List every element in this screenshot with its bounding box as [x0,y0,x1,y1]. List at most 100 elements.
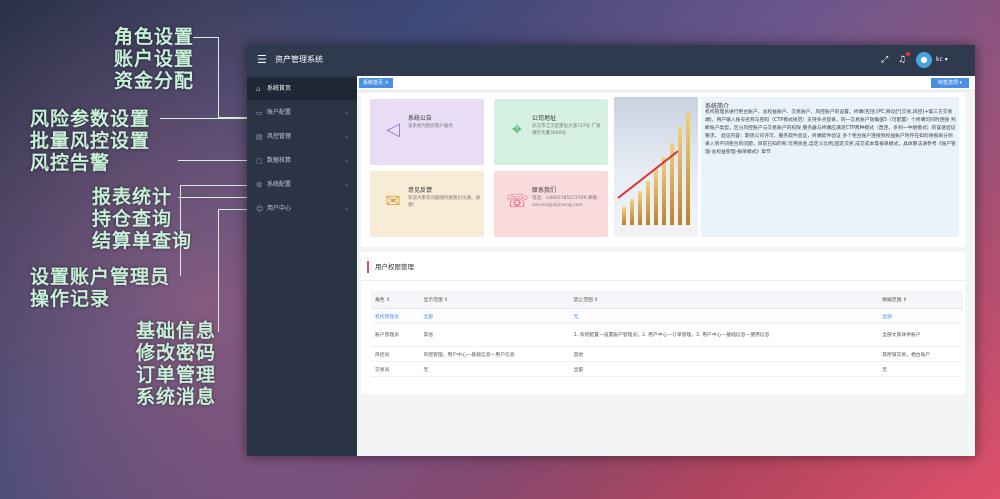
callout-risk-control: 风险参数设置 批量风控设置 风控告警 [30,108,150,174]
callout-text: 操作记录 [30,288,111,310]
card-icon: ▭ [256,109,263,117]
chevron-down-icon: ⌄ [343,109,349,116]
table-cell: 风控管理，用户中心—基础信息—用户信息 [419,346,570,362]
callout-text: 设置账户管理员 [30,266,171,288]
user-name[interactable]: kc ▾ [936,56,948,63]
callout-text: 批量风控设置 [30,130,151,152]
app-title: 资产管理系统 [275,55,323,64]
notification-badge [906,52,910,56]
chat-bubble-icon: ✉ [385,191,401,212]
user-icon: ☺ [256,205,264,213]
callout-user-center: 基础信息 修改密码 订单管理 系统消息 [136,320,216,408]
table-cell: 全部文家体供账户 [878,323,963,347]
table-cell: 机构管理员 [371,308,420,324]
table-cell: 1. 系统配置—设置账户管理员，2. 用户中心—订单管理，3. 用户中心—基础信… [569,323,879,347]
chart-bar [646,181,650,225]
callout-system-config: 设置账户管理员 操作记录 [30,266,170,310]
tab-bar: 系统首页 × 标签选项 ▾ [357,76,975,91]
callout-text: 订单管理 [136,364,217,386]
card-text: 欢迎大家有问题随时跟我们沟通，谢谢！ [408,196,480,208]
speaker-icon: ◁ [386,119,400,140]
sidebar-item-data-accounting[interactable]: ▢ 数据核算 ⌄ [247,150,357,172]
contact-card[interactable]: ☏ 联系我们 电话：+8602785573769 邮箱：service@siji… [494,171,608,237]
tab-home[interactable]: 系统首页 × [359,78,393,88]
table-cell: 其他 [569,346,879,362]
column-header[interactable]: 显示范围 ⇕ [419,290,570,309]
sidebar-item-risk-control[interactable]: ▤ 风控管理 ⌄ [247,126,357,148]
chart-bar [686,113,690,225]
headset-icon: ☏ [506,191,529,212]
sidebar-item-user-center[interactable]: ☺ 用户中心 ⌄ [247,198,357,220]
table-cell: 全部 [419,308,570,324]
card-title: 意见反馈 [408,187,433,194]
callout-text: 基础信息 [136,320,217,342]
callout-data-accounting: 报表统计 持仓查询 结算单查询 [92,186,192,252]
sidebar-item-label: 系统首页 [267,85,292,92]
card-text: 该系统为期货客户服务 [408,124,453,129]
table-cell: 交易员 [371,361,420,377]
permissions-title: 用户权限管理 [367,261,414,273]
sidebar-item-system-config[interactable]: ⚙ 系统配置 ⌄ [247,174,357,196]
chart-bar [638,191,642,225]
tab-options-button[interactable]: 标签选项 ▾ [931,78,969,88]
sidebar-item-label: 账户配置 [267,109,292,116]
leader-line [160,118,248,119]
card-text: 电话：+8602785573769 邮箱：service@sijinrong.c… [532,196,602,208]
column-header[interactable]: 数据范围 ⇕ [878,290,963,309]
chevron-down-icon: ⌄ [343,181,349,188]
card-title: 公司地址 [532,115,557,122]
gear-icon: ⚙ [256,181,263,189]
callout-text: 修改密码 [136,342,217,364]
home-icon: ⌂ [256,85,261,93]
card-text: 武汉市江汉区建设大道737号 广发银行大厦3008号 [532,124,601,136]
card-title: 联系我们 [532,187,557,194]
sidebar-item-label: 数据核算 [267,157,292,164]
table-row[interactable]: 机构管理员 全部 无 全部 [371,308,963,324]
chart-bar [678,127,682,225]
chart-bar [662,157,666,225]
expand-icon[interactable]: ⤢ [881,54,888,66]
callout-account-config: 角色设置 账户设置 资金分配 [114,26,194,92]
avatar[interactable]: ● [916,52,932,68]
top-bar: ☰ 资产管理系统 ⤢ ♫ ● kc ▾ [247,45,975,76]
chart-bar [630,199,634,225]
address-card[interactable]: ⌖ 公司地址 武汉市江汉区建设大道737号 广发银行大厦3008号 [494,99,608,165]
callout-text: 风控告警 [30,152,111,174]
main-content: 系统首页 × 标签选项 ▾ ◁ 系统公告 该系统为期货客户服务 ⌖ 公司地址 武… [357,76,975,456]
sidebar-item-label: 用户中心 [267,205,292,212]
callout-text: 报表统计 [92,186,173,208]
column-header[interactable]: 角色 ⇕ [371,290,420,309]
sidebar-item-account-config[interactable]: ▭ 账户配置 ⌄ [247,102,357,124]
card-title: 系统公告 [408,115,433,122]
app-window: ☰ 资产管理系统 ⤢ ♫ ● kc ▾ ⌂ 系统首页 ▭ 账户配置 ⌄ ▤ 风控… [247,45,975,456]
bell-icon[interactable]: ♫ [898,54,906,66]
table-row[interactable]: 账户管理员 其他 1. 系统配置—设置账户管理员，2. 用户中心—订单管理，3.… [371,323,963,347]
leader-line [193,37,219,118]
leader-line [218,209,249,332]
callout-text: 系统消息 [136,386,217,408]
feedback-card[interactable]: ✉ 意见反馈 欢迎大家有问题随时跟我们沟通，谢谢！ [370,171,484,237]
sidebar: ⌂ 系统首页 ▭ 账户配置 ⌄ ▤ 风控管理 ⌄ ▢ 数据核算 ⌄ ⚙ 系统配置… [247,76,357,456]
column-header[interactable]: 禁止范围 ⇕ [569,290,879,309]
callout-text: 资金分配 [114,70,195,92]
table-cell: 全部 [569,361,879,377]
table-row[interactable]: 风控员 风控管理，用户中心—基础信息—用户信息 其他 其所辖交易，相台账户 [371,346,963,362]
callout-text: 风险参数设置 [30,108,151,130]
hamburger-icon[interactable]: ☰ [257,54,267,66]
callout-text: 角色设置 [114,26,195,48]
table-cell: 账户管理员 [371,323,420,347]
table-cell: 无 [419,361,570,377]
chart-bar [654,169,658,225]
divider [361,280,965,281]
sidebar-item-home[interactable]: ⌂ 系统首页 [247,78,357,100]
table-row[interactable]: 交易员 无 全部 无 [371,361,963,377]
callout-text: 持仓查询 [92,208,173,230]
system-intro: 系统简介 机构管理员进行柜台账户、总权益账户、交易账户、风控账户的设置。终端(包… [701,97,959,237]
document-icon: ▤ [256,133,263,141]
chevron-down-icon: ⌄ [343,157,349,164]
announcement-card[interactable]: ◁ 系统公告 该系统为期货客户服务 [370,99,484,165]
permissions-table: 角色 ⇕ 显示范围 ⇕ 禁止范围 ⇕ 数据范围 ⇕ 机构管理员 全部 无 全部 … [371,290,963,377]
table-cell: 无 [878,361,963,377]
table-cell: 其所辖交易，相台账户 [878,346,963,362]
chart-bar [622,207,626,225]
